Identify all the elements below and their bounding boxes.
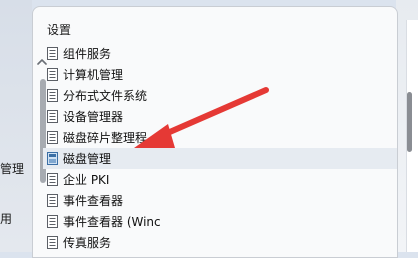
settings-list-window: 设置 组件服务 计算机管理 分布式文件系统 设备管理器 磁盘碎片整理程 磁盘管理… [32,6,398,258]
document-icon [47,110,58,123]
background-label: 用 [0,212,13,226]
document-icon [47,194,58,207]
list-item[interactable]: 计算机管理 [47,64,397,85]
window-title: 设置 [47,23,72,37]
list-item[interactable]: 传真服务 [47,232,397,253]
list-item-label: 传真服务 [63,236,112,250]
document-icon [47,173,58,186]
right-scrollbar-thumb[interactable] [407,92,412,152]
document-icon [47,47,58,60]
list-item[interactable]: 设备管理器 [47,106,397,127]
disk-icon [47,152,58,165]
list-item-label: 组件服务 [63,47,112,61]
document-icon [47,131,58,144]
document-icon [47,68,58,81]
list-item-label: 企业 PKI [63,173,110,187]
list-item-label: 计算机管理 [63,68,124,82]
list-item-label: 事件查看器 (Winc [63,215,161,229]
list-item-label: 磁盘管理 [63,152,112,166]
list-item-label: 事件查看器 [63,194,124,208]
list-item-selected[interactable]: 磁盘管理 [43,148,397,169]
list-item-label: 分布式文件系统 [63,89,148,103]
list-item[interactable]: 磁盘碎片整理程 [47,127,397,148]
background-label: 管理 [0,162,25,176]
list-item[interactable]: 组件服务 [47,43,397,64]
list-item[interactable]: 企业 PKI [47,169,397,190]
list-item[interactable]: 事件查看器 [47,190,397,211]
document-icon [47,236,58,249]
list-item-label: 磁盘碎片整理程 [63,131,148,145]
background-left-panel: 管理 用 [0,0,32,252]
settings-list: 组件服务 计算机管理 分布式文件系统 设备管理器 磁盘碎片整理程 磁盘管理 企业… [43,43,397,253]
document-icon [47,89,58,102]
list-item-label: 设备管理器 [63,110,124,124]
document-icon [47,215,58,228]
list-item[interactable]: 分布式文件系统 [47,85,397,106]
list-item[interactable]: 事件查看器 (Winc [47,211,397,232]
